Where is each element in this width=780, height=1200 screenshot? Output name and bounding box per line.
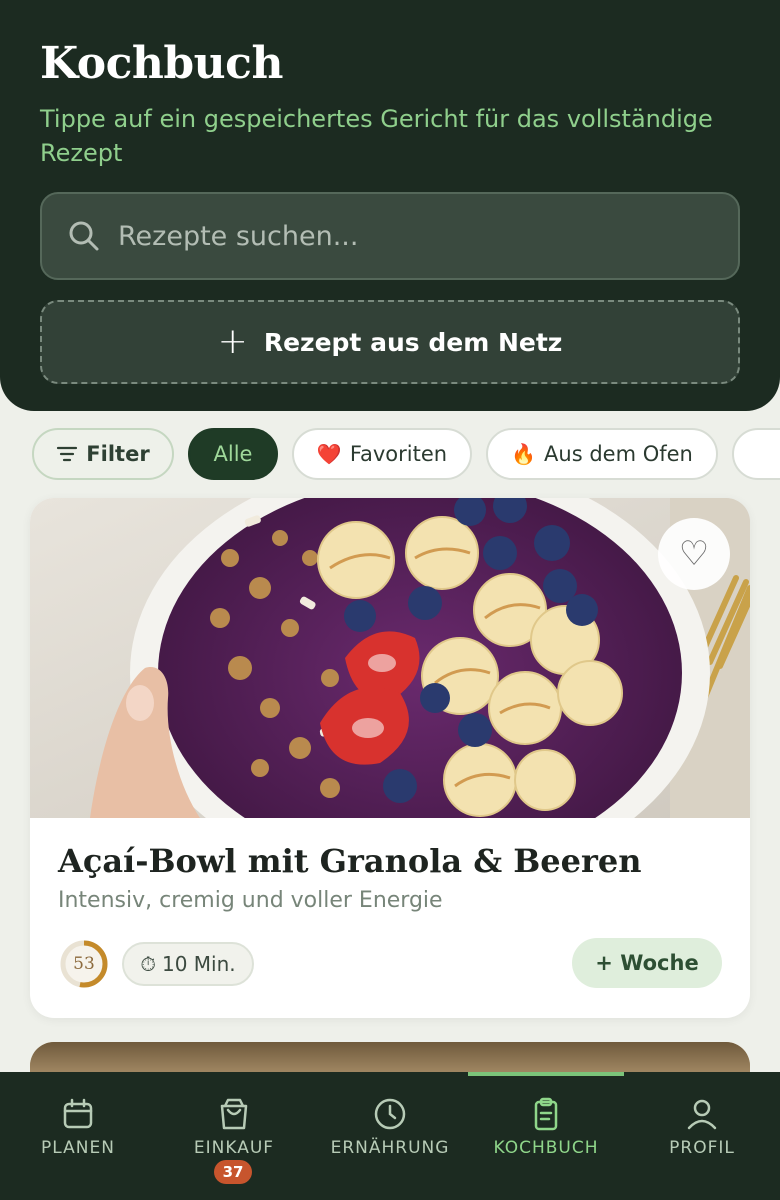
fire-icon: 🔥 xyxy=(511,442,537,466)
time-label: 10 Min. xyxy=(161,952,236,976)
user-icon xyxy=(687,1099,717,1130)
chip-favorites-label: Favoriten xyxy=(349,442,448,466)
nav-label-einkauf: EINKAUF xyxy=(193,1138,275,1158)
timer-icon: ⏱ xyxy=(140,952,156,976)
filter-chips: Filter Alle ❤️ Favoriten 🔥 Aus dem Ofen … xyxy=(0,428,780,480)
favorite-button[interactable]: ♡ xyxy=(658,518,730,590)
chip-favorites[interactable]: ❤️ Favoriten xyxy=(292,428,472,480)
filter-label: Filter xyxy=(86,442,150,466)
clipboard-icon xyxy=(534,1097,558,1131)
search-icon xyxy=(69,221,99,251)
heart-outline-icon: ♡ xyxy=(678,534,710,574)
plus-icon: + xyxy=(217,321,248,362)
recipe-image xyxy=(30,498,750,818)
shopping-bag-icon xyxy=(220,1098,248,1130)
nav-label-ernaehrung: ERNÄHRUNG xyxy=(330,1138,450,1158)
shopping-count-badge: 37 xyxy=(214,1160,252,1184)
nav-item-ernaehrung[interactable]: ERNÄHRUNG xyxy=(312,1072,468,1200)
chip-all-label: Alle xyxy=(213,442,253,466)
nav-item-planen[interactable]: PLANEN xyxy=(0,1072,156,1200)
nav-label-kochbuch: KOCHBUCH xyxy=(493,1138,599,1158)
bottom-nav: PLANEN EINKAUF 37 ERNÄHRUNG KOCHBUCH PRO… xyxy=(0,1072,780,1200)
heart-icon: ❤️ xyxy=(316,442,342,466)
page-subtitle: Tippe auf ein gespeichertes Gericht für … xyxy=(40,105,713,167)
nav-item-kochbuch[interactable]: KOCHBUCH xyxy=(468,1072,624,1200)
chip-all[interactable]: Alle xyxy=(188,428,278,480)
nav-label-planen: PLANEN xyxy=(41,1138,115,1158)
calendar-icon xyxy=(63,1098,93,1129)
recipe-subtitle: Intensiv, cremig und voller Energie xyxy=(58,888,443,913)
filter-icon xyxy=(57,446,78,462)
import-recipe-button[interactable]: + Rezept aus dem Netz xyxy=(40,300,740,384)
search-box[interactable] xyxy=(40,192,740,280)
time-chip: ⏱ 10 Min. xyxy=(122,942,254,986)
add-to-week-button[interactable]: + Woche xyxy=(572,938,722,988)
nav-label-profil: PROFIL xyxy=(669,1138,735,1158)
filter-button[interactable]: Filter xyxy=(32,428,174,480)
header: Kochbuch Tippe auf ein gespeichertes Ger… xyxy=(0,0,780,411)
import-recipe-label: Rezept aus dem Netz xyxy=(263,327,563,357)
search-input[interactable] xyxy=(118,212,698,260)
recipe-card[interactable]: ♡ Açaí-Bowl mit Granola & Beeren Intensi… xyxy=(30,498,750,1018)
chip-oven[interactable]: 🔥 Aus dem Ofen xyxy=(486,428,718,480)
clock-icon xyxy=(374,1098,406,1130)
chip-oven-label: Aus dem Ofen xyxy=(544,442,693,466)
score-value: 53 xyxy=(73,954,95,974)
nav-item-profil[interactable]: PROFIL xyxy=(624,1072,780,1200)
page-title: Kochbuch xyxy=(40,38,283,89)
chip-pot[interactable]: 🍲 xyxy=(732,428,780,480)
score-badge: 53 xyxy=(58,938,110,990)
recipe-title: Açaí-Bowl mit Granola & Beeren xyxy=(58,842,642,880)
nav-item-einkauf[interactable]: EINKAUF 37 xyxy=(156,1072,312,1200)
